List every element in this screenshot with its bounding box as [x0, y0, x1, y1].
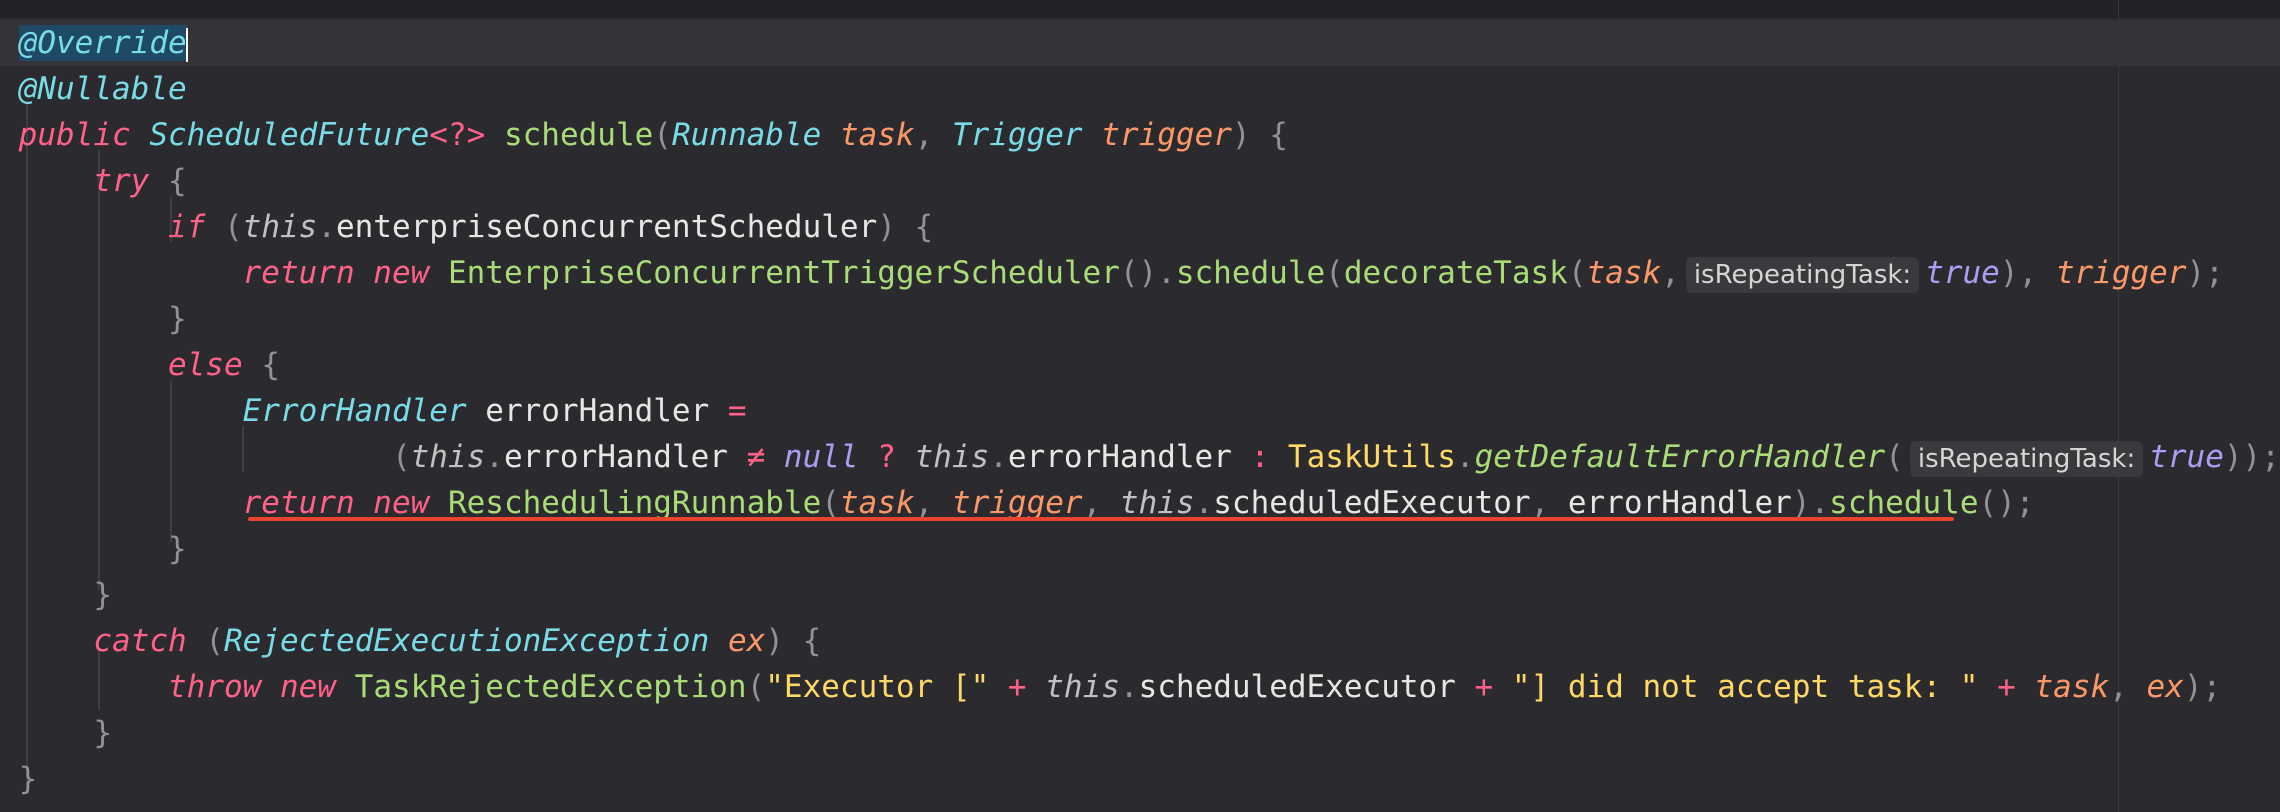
code-line-5[interactable]: if (this.enterpriseConcurrentScheduler) …	[0, 204, 2280, 250]
code-line-4[interactable]: try {	[0, 158, 2280, 204]
class-enterprise-trigger-scheduler: EnterpriseConcurrentTriggerScheduler	[447, 255, 1120, 291]
param-task: task	[839, 117, 915, 153]
literal-null: null	[783, 439, 859, 475]
field-error-handler: errorHandler	[503, 439, 728, 475]
keyword-catch: catch	[93, 623, 187, 659]
keyword-this: this	[1045, 669, 1120, 705]
keyword-this: this	[1119, 485, 1195, 521]
error-underline	[248, 517, 1954, 521]
string-literal: "Executor ["	[765, 669, 990, 705]
var-error-handler: errorHandler	[485, 393, 710, 429]
code-line-7[interactable]: }	[0, 296, 2280, 342]
method-schedule-call: schedule	[1175, 255, 1326, 291]
arg-task: task	[1586, 255, 1662, 291]
keyword-public: public	[18, 117, 131, 153]
field-scheduled-executor: scheduledExecutor	[1138, 669, 1456, 705]
var-error-handler: errorHandler	[1567, 485, 1792, 521]
keyword-this: this	[914, 439, 990, 475]
string-literal: "] did not accept task: "	[1511, 669, 1979, 705]
code-line-3[interactable]: public ScheduledFuture<?> schedule(Runna…	[0, 112, 2280, 158]
arg-task: task	[839, 485, 915, 521]
method-schedule: schedule	[503, 117, 654, 153]
generic-wildcard: <?>	[429, 117, 486, 153]
arg-ex: ex	[2146, 669, 2184, 705]
keyword-this: this	[410, 439, 486, 475]
literal-true: true	[1925, 255, 2000, 291]
keyword-else: else	[167, 347, 243, 383]
nullable-annotation: @Nullable	[18, 71, 187, 107]
type-scheduled-future: ScheduledFuture	[149, 117, 430, 153]
type-rejected-execution-exception: RejectedExecutionException	[224, 623, 710, 659]
code-line-8[interactable]: else {	[0, 342, 2280, 388]
operator-not-equal: ≠	[746, 439, 766, 475]
editor-top-strip	[0, 0, 2280, 18]
code-line-6[interactable]: return new EnterpriseConcurrentTriggerSc…	[0, 250, 2280, 296]
field-error-handler: errorHandler	[1007, 439, 1232, 475]
class-task-rejected-exception: TaskRejectedException	[354, 669, 747, 705]
param-trigger: trigger	[1101, 117, 1232, 153]
type-error-handler: ErrorHandler	[242, 393, 467, 429]
code-editor[interactable]: @Override @Nullable public ScheduledFutu…	[0, 18, 2280, 812]
code-line-1[interactable]: @Override	[0, 20, 2280, 66]
code-line-9[interactable]: ErrorHandler errorHandler =	[0, 388, 2280, 434]
arg-trigger: trigger	[951, 485, 1083, 521]
class-task-utils: TaskUtils	[1287, 439, 1456, 475]
method-schedule-call: schedule	[1829, 485, 1979, 521]
keyword-if: if	[167, 209, 206, 245]
method-decorate-task: decorateTask	[1343, 255, 1568, 291]
arg-trigger: trigger	[2055, 255, 2187, 291]
code-line-14[interactable]: catch (RejectedExecutionException ex) {	[0, 618, 2280, 664]
code-line-15[interactable]: throw new TaskRejectedException("Executo…	[0, 664, 2280, 710]
code-line-17[interactable]: }	[0, 756, 2280, 802]
code-line-16[interactable]: }	[0, 710, 2280, 756]
code-line-13[interactable]: }	[0, 572, 2280, 618]
keyword-try: try	[93, 163, 150, 199]
override-annotation: @Override	[18, 25, 187, 61]
method-get-default-error-handler: getDefaultErrorHandler	[1474, 439, 1886, 475]
type-runnable: Runnable	[671, 117, 822, 153]
keyword-new: new	[279, 669, 336, 705]
class-rescheduling-runnable: ReschedulingRunnable	[447, 485, 822, 521]
inlay-hint-is-repeating-task: isRepeatingTask:	[1909, 440, 2144, 477]
code-line-12[interactable]: }	[0, 526, 2280, 572]
inlay-hint-is-repeating-task: isRepeatingTask:	[1685, 256, 1920, 293]
text-caret	[185, 27, 188, 62]
keyword-return: return	[242, 485, 355, 521]
keyword-this: this	[242, 209, 318, 245]
code-line-2[interactable]: @Nullable	[0, 66, 2280, 112]
type-trigger: Trigger	[951, 117, 1083, 153]
field-scheduled-executor: scheduledExecutor	[1213, 485, 1531, 521]
keyword-throw: throw	[167, 669, 262, 705]
keyword-new: new	[373, 255, 430, 291]
arg-task: task	[2034, 669, 2110, 705]
keyword-return: return	[242, 255, 355, 291]
literal-true: true	[2149, 439, 2224, 475]
code-line-10[interactable]: (this.errorHandler ≠ null ? this.errorHa…	[0, 434, 2280, 480]
keyword-new: new	[373, 485, 430, 521]
param-ex: ex	[727, 623, 766, 659]
field-enterprise-scheduler: enterpriseConcurrentScheduler	[335, 209, 878, 245]
